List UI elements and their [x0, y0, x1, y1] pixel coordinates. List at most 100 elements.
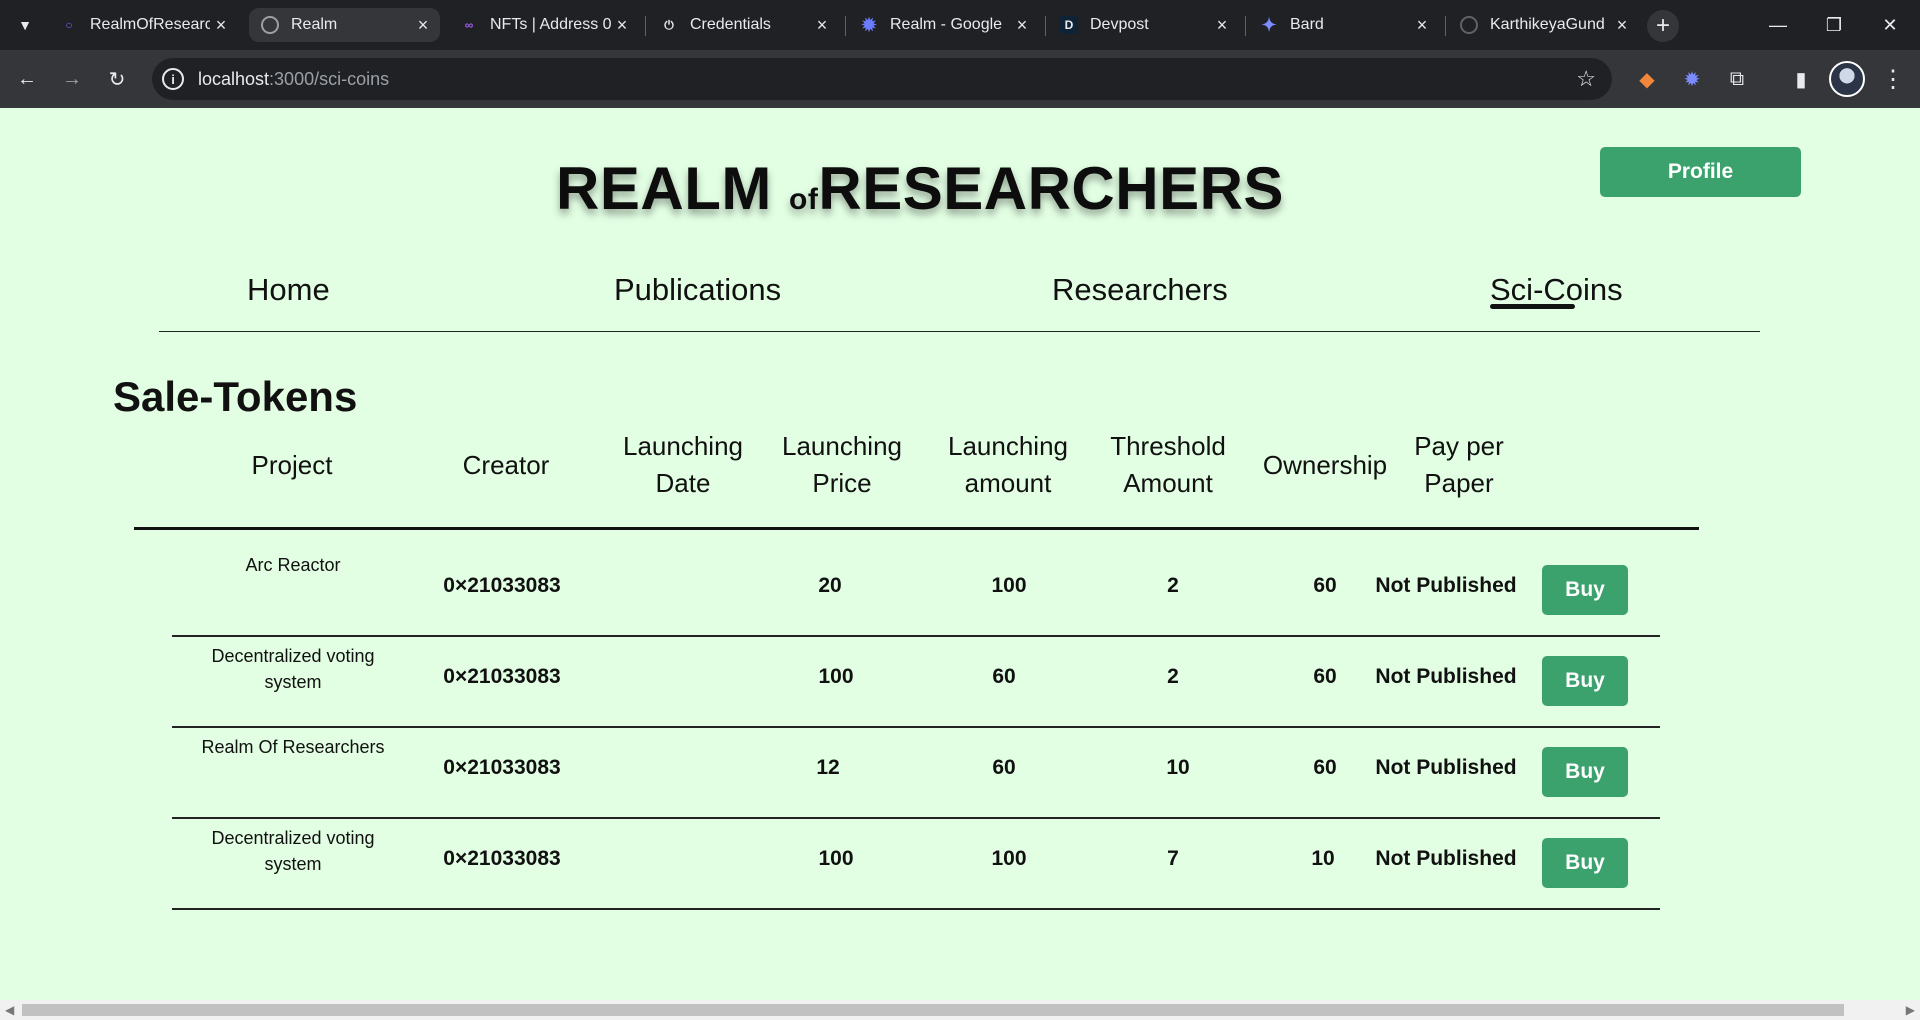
- header-line: Paper: [1424, 468, 1494, 498]
- address-bar[interactable]: i localhost:3000/sci-coins ☆: [152, 58, 1612, 100]
- profile-button[interactable]: Profile: [1600, 147, 1801, 197]
- cell-status: Not Published: [1375, 756, 1517, 779]
- bookmark-star-icon[interactable]: ☆: [1576, 66, 1596, 92]
- tab-title: KarthikeyaGund: [1490, 16, 1605, 33]
- tab-search-icon[interactable]: ▼: [8, 8, 42, 42]
- buy-button[interactable]: Buy: [1542, 838, 1628, 888]
- browser-toolbar: ← → ↻ i localhost:3000/sci-coins ☆ ◆ ✹ ⧉…: [0, 50, 1920, 108]
- extensions-puzzle-icon[interactable]: ⧉: [1722, 64, 1752, 94]
- minimize-icon[interactable]: —: [1750, 0, 1806, 50]
- metamask-extension-icon[interactable]: ◆: [1632, 64, 1662, 94]
- header-line: Launching: [623, 431, 743, 461]
- nav-researchers[interactable]: Researchers: [1052, 272, 1228, 308]
- scroll-left-icon[interactable]: ◀: [5, 1003, 14, 1017]
- cell-threshold: 10: [1166, 756, 1190, 779]
- new-tab-button[interactable]: +: [1647, 10, 1679, 42]
- realm-favicon-icon: ○: [65, 18, 73, 32]
- main-nav: Home Publications Researchers Sci-Coins: [159, 256, 1760, 332]
- tab-realm[interactable]: Realm ×: [249, 8, 440, 42]
- project-line: Decentralized voting: [211, 646, 375, 666]
- header-line: Pay per: [1414, 431, 1504, 461]
- cell-creator: 0×21033083: [443, 847, 561, 870]
- nav-sci-coins[interactable]: Sci-Coins: [1490, 272, 1623, 308]
- close-tab-icon[interactable]: ×: [1411, 15, 1433, 36]
- header-line: Amount: [1123, 468, 1213, 498]
- header-line: amount: [964, 468, 1052, 498]
- close-tab-icon[interactable]: ×: [1011, 15, 1033, 36]
- header-line: Creator: [462, 450, 550, 480]
- close-tab-icon[interactable]: ×: [1611, 15, 1633, 36]
- sparkle-favicon-icon: ✦: [1261, 14, 1277, 35]
- header-line: Project: [251, 450, 333, 480]
- tab-title: Realm: [291, 16, 338, 33]
- close-tab-icon[interactable]: ×: [611, 15, 633, 36]
- buy-button[interactable]: Buy: [1542, 656, 1628, 706]
- project-line: Realm Of Researchers: [201, 737, 385, 757]
- profile-avatar[interactable]: [1829, 61, 1865, 97]
- project-line: Arc Reactor: [245, 555, 341, 575]
- close-tab-icon[interactable]: ×: [210, 15, 232, 36]
- tab-realm-google[interactable]: ✹ Realm - Google ×: [848, 8, 1039, 42]
- tab-realmofresearchers[interactable]: ○ RealmOfResearc ×: [48, 8, 238, 42]
- page-content: REALM ofRESEARCHERS Profile Home Publica…: [0, 108, 1920, 1000]
- menu-kebab-icon[interactable]: ⋮: [1878, 64, 1908, 94]
- buy-button[interactable]: Buy: [1542, 565, 1628, 615]
- table-header-divider: [134, 527, 1699, 530]
- side-panel-icon[interactable]: ▮: [1786, 64, 1816, 94]
- nav-home[interactable]: Home: [247, 272, 330, 308]
- site-info-icon[interactable]: i: [162, 68, 184, 90]
- nav-active-indicator: [1490, 304, 1575, 309]
- gear-flower-extension-icon[interactable]: ✹: [1677, 64, 1707, 94]
- header-creator: Creator: [426, 447, 586, 484]
- cell-threshold: 7: [1167, 847, 1179, 870]
- tab-bar: ▼ ○ RealmOfResearc × Realm × ∞ NFTs | Ad…: [0, 0, 1920, 50]
- tab-devpost[interactable]: D Devpost ×: [1048, 8, 1239, 42]
- close-window-icon[interactable]: ✕: [1862, 0, 1918, 50]
- cell-threshold: 2: [1167, 574, 1179, 597]
- restore-icon[interactable]: ❐: [1806, 0, 1862, 50]
- tab-separator: [1445, 16, 1446, 36]
- tab-credentials[interactable]: ⏻ Credentials ×: [648, 8, 839, 42]
- close-tab-icon[interactable]: ×: [1211, 15, 1233, 36]
- tab-nfts[interactable]: ∞ NFTs | Address 0 ×: [448, 8, 639, 42]
- cell-ownership: 10: [1311, 847, 1335, 870]
- cell-price: 20: [818, 574, 842, 597]
- cell-amount: 100: [991, 847, 1027, 870]
- forward-arrow-icon[interactable]: →: [54, 61, 90, 97]
- cell-creator: 0×21033083: [443, 665, 561, 688]
- row-divider: [172, 817, 1660, 819]
- cell-amount: 100: [991, 574, 1027, 597]
- cell-status: Not Published: [1375, 847, 1517, 870]
- tab-bard[interactable]: ✦ Bard ×: [1248, 8, 1439, 42]
- nav-publications[interactable]: Publications: [614, 272, 781, 308]
- header-launching-price: Launching Price: [767, 428, 917, 502]
- cell-creator: 0×21033083: [443, 574, 561, 597]
- cell-project: Decentralized voting system: [193, 643, 393, 695]
- header-line: Launching: [782, 431, 902, 461]
- scroll-right-icon[interactable]: ▶: [1906, 1003, 1915, 1017]
- url-path: :3000/sci-coins: [269, 68, 390, 89]
- tab-separator: [845, 16, 846, 36]
- close-tab-icon[interactable]: ×: [811, 15, 833, 36]
- buy-button[interactable]: Buy: [1542, 747, 1628, 797]
- back-arrow-icon[interactable]: ←: [9, 61, 45, 97]
- scrollbar-thumb[interactable]: [22, 1004, 1844, 1016]
- gear-flower-favicon-icon: ✹: [861, 14, 877, 35]
- close-tab-icon[interactable]: ×: [412, 15, 434, 36]
- tab-separator: [1045, 16, 1046, 36]
- brand-title: REALM ofRESEARCHERS: [0, 154, 1840, 223]
- tab-github[interactable]: KarthikeyaGund ×: [1448, 8, 1639, 42]
- reload-icon[interactable]: ↻: [99, 61, 135, 97]
- cell-project: Realm Of Researchers: [193, 734, 393, 760]
- section-title: Sale-Tokens: [113, 373, 358, 420]
- tab-title: Bard: [1290, 16, 1324, 33]
- cell-amount: 60: [992, 665, 1016, 688]
- cell-ownership: 60: [1313, 756, 1337, 779]
- horizontal-scrollbar[interactable]: ◀ ▶: [0, 1000, 1920, 1020]
- cell-ownership: 60: [1313, 574, 1337, 597]
- row-divider: [172, 635, 1660, 637]
- cell-project: Decentralized voting system: [193, 825, 393, 877]
- power-favicon-icon: ⏻: [664, 17, 674, 32]
- polygon-favicon-icon: ∞: [464, 18, 474, 32]
- header-threshold-amount: Threshold Amount: [1093, 428, 1243, 502]
